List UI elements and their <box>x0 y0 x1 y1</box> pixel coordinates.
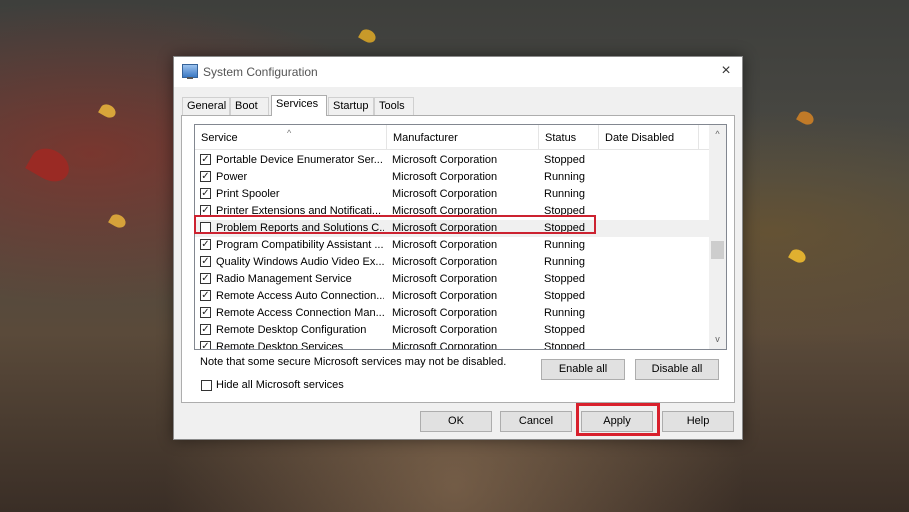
table-row[interactable]: ✓ Remote Desktop Configuration Microsoft… <box>195 322 709 339</box>
service-checkbox[interactable]: ✓ <box>200 171 211 182</box>
service-manufacturer: Microsoft Corporation <box>392 273 498 285</box>
scroll-up-icon[interactable]: ^ <box>709 126 726 143</box>
column-header-date-disabled[interactable]: Date Disabled <box>599 125 699 149</box>
system-configuration-dialog: System Configuration × General Boot Serv… <box>173 56 743 440</box>
service-status: Stopped <box>544 273 585 285</box>
column-header-manufacturer[interactable]: Manufacturer <box>387 125 539 149</box>
table-row[interactable]: ✓ Portable Device Enumerator Ser... Micr… <box>195 152 709 169</box>
table-row[interactable]: ✓ Radio Management Service Microsoft Cor… <box>195 271 709 288</box>
enable-all-button[interactable]: Enable all <box>541 359 625 380</box>
service-status: Running <box>544 239 585 251</box>
title-bar: System Configuration × <box>174 57 742 87</box>
service-manufacturer: Microsoft Corporation <box>392 154 498 166</box>
background-leaf <box>98 101 118 121</box>
service-manufacturer: Microsoft Corporation <box>392 324 498 336</box>
service-manufacturer: Microsoft Corporation <box>392 256 498 268</box>
list-header: ^ Service Manufacturer Status Date Disab… <box>195 125 709 150</box>
background-leaf <box>796 108 816 128</box>
service-checkbox[interactable]: ✓ <box>200 341 211 349</box>
vertical-scrollbar[interactable]: ^ v <box>709 125 726 349</box>
tab-services[interactable]: Services <box>271 95 327 116</box>
service-checkbox[interactable]: ✓ <box>200 188 211 199</box>
service-name: Problem Reports and Solutions C... <box>216 222 384 234</box>
service-manufacturer: Microsoft Corporation <box>392 290 498 302</box>
service-status: Running <box>544 256 585 268</box>
service-name: Printer Extensions and Notificati... <box>216 205 382 217</box>
table-row[interactable]: ✓ Printer Extensions and Notificati... M… <box>195 203 709 220</box>
table-row-selected[interactable]: Problem Reports and Solutions C... Micro… <box>195 220 709 237</box>
help-button[interactable]: Help <box>662 411 734 432</box>
background-leaf <box>788 246 808 266</box>
table-row[interactable]: ✓ Quality Windows Audio Video Ex... Micr… <box>195 254 709 271</box>
service-checkbox[interactable]: ✓ <box>200 307 211 318</box>
service-status: Running <box>544 307 585 319</box>
service-manufacturer: Microsoft Corporation <box>392 188 498 200</box>
apply-button[interactable]: Apply <box>581 411 653 432</box>
service-checkbox[interactable]: ✓ <box>200 205 211 216</box>
service-manufacturer: Microsoft Corporation <box>392 239 498 251</box>
service-checkbox[interactable]: ✓ <box>200 239 211 250</box>
scrollbar-thumb[interactable] <box>711 241 724 259</box>
service-checkbox[interactable]: ✓ <box>200 324 211 335</box>
service-manufacturer: Microsoft Corporation <box>392 205 498 217</box>
service-checkbox[interactable] <box>200 222 211 233</box>
hide-all-label: Hide all Microsoft services <box>216 379 344 391</box>
disable-all-button[interactable]: Disable all <box>635 359 719 380</box>
service-manufacturer: Microsoft Corporation <box>392 307 498 319</box>
service-name: Portable Device Enumerator Ser... <box>216 154 383 166</box>
service-manufacturer: Microsoft Corporation <box>392 222 498 234</box>
service-name: Program Compatibility Assistant ... <box>216 239 384 251</box>
table-row[interactable]: ✓ Print Spooler Microsoft Corporation Ru… <box>195 186 709 203</box>
window-title: System Configuration <box>203 65 318 79</box>
service-status: Running <box>544 171 585 183</box>
tab-general[interactable]: General <box>182 97 230 115</box>
table-row[interactable]: ✓ Program Compatibility Assistant ... Mi… <box>195 237 709 254</box>
service-checkbox[interactable]: ✓ <box>200 154 211 165</box>
service-name: Remote Desktop Configuration <box>216 324 367 336</box>
table-row[interactable]: ✓ Remote Access Connection Man... Micros… <box>195 305 709 322</box>
table-row[interactable]: ✓ Power Microsoft Corporation Running <box>195 169 709 186</box>
services-panel: ^ Service Manufacturer Status Date Disab… <box>181 115 735 403</box>
service-status: Stopped <box>544 290 585 302</box>
service-manufacturer: Microsoft Corporation <box>392 341 498 350</box>
service-status: Stopped <box>544 154 585 166</box>
service-status: Running <box>544 188 585 200</box>
background-leaf <box>358 26 378 46</box>
service-checkbox[interactable]: ✓ <box>200 290 211 301</box>
service-status: Stopped <box>544 341 585 350</box>
tab-tools[interactable]: Tools <box>374 97 414 115</box>
service-manufacturer: Microsoft Corporation <box>392 171 498 183</box>
service-status: Stopped <box>544 324 585 336</box>
table-row[interactable]: ✓ Remote Access Auto Connection... Micro… <box>195 288 709 305</box>
sort-ascending-icon: ^ <box>287 128 292 138</box>
hide-all-checkbox[interactable] <box>201 380 212 391</box>
service-name: Radio Management Service <box>216 273 352 285</box>
column-header-status[interactable]: Status <box>539 125 599 149</box>
secure-services-note: Note that some secure Microsoft services… <box>200 356 507 368</box>
system-configuration-icon <box>182 64 198 79</box>
service-name: Power <box>216 171 248 183</box>
background-leaf <box>108 211 128 231</box>
table-row[interactable]: ✓ Remote Desktop Services Microsoft Corp… <box>195 339 709 350</box>
service-name: Print Spooler <box>216 188 280 200</box>
service-checkbox[interactable]: ✓ <box>200 273 211 284</box>
scroll-down-icon[interactable]: v <box>709 331 726 348</box>
service-status: Stopped <box>544 222 585 234</box>
service-name: Remote Access Auto Connection... <box>216 290 384 302</box>
background-leaf <box>25 142 75 188</box>
tab-boot[interactable]: Boot <box>230 97 269 115</box>
close-icon[interactable]: × <box>716 61 736 81</box>
service-name: Remote Desktop Services <box>216 341 344 350</box>
column-header-service[interactable]: ^ Service <box>195 125 387 149</box>
ok-button[interactable]: OK <box>420 411 492 432</box>
service-status: Stopped <box>544 205 585 217</box>
service-name: Quality Windows Audio Video Ex... <box>216 256 384 268</box>
services-list: ^ Service Manufacturer Status Date Disab… <box>194 124 727 350</box>
tab-startup[interactable]: Startup <box>328 97 374 115</box>
service-name: Remote Access Connection Man... <box>216 307 384 319</box>
service-checkbox[interactable]: ✓ <box>200 256 211 267</box>
cancel-button[interactable]: Cancel <box>500 411 572 432</box>
